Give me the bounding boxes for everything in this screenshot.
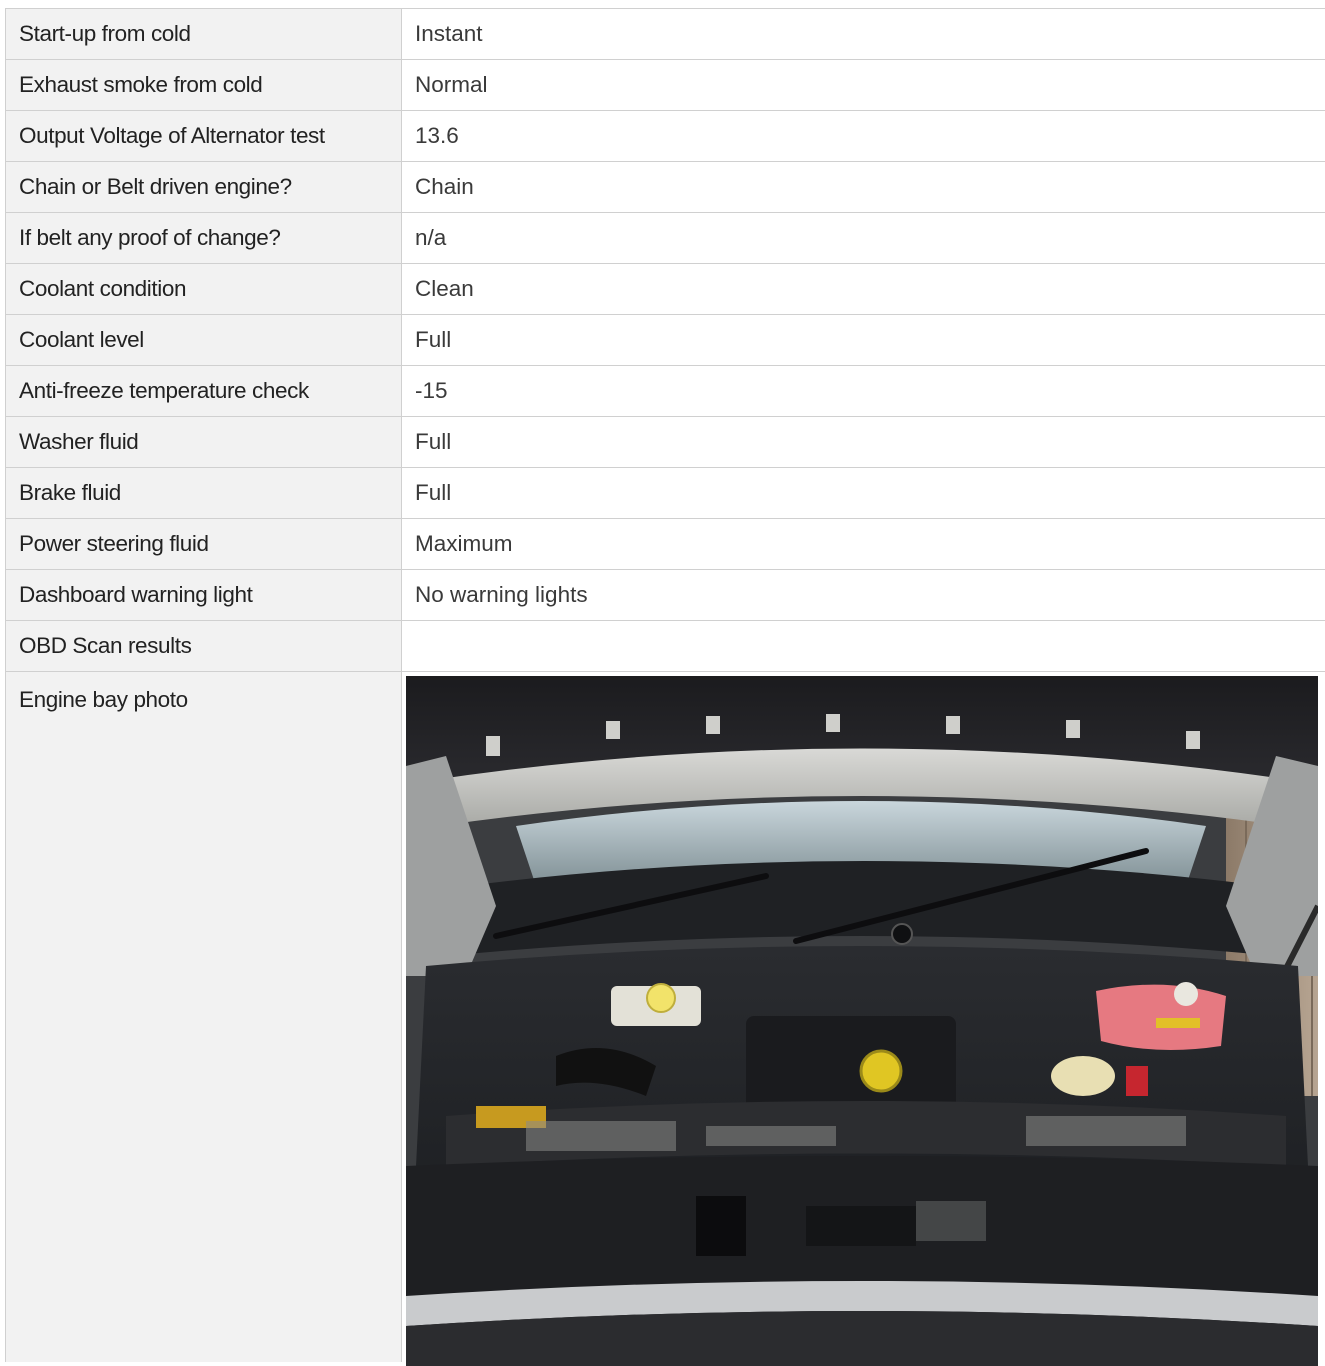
photo-row: Engine bay photo xyxy=(5,672,1325,1366)
row-label: Start-up from cold xyxy=(5,9,402,59)
inspection-table: Start-up from cold Instant Exhaust smoke… xyxy=(5,8,1325,1366)
row-value xyxy=(402,621,1325,671)
row-label: Coolant condition xyxy=(5,264,402,314)
row-value: n/a xyxy=(415,225,447,250)
table-row: If belt any proof of change? n/a xyxy=(5,213,1325,264)
row-label: Output Voltage of Alternator test xyxy=(5,111,402,161)
table-row: Anti-freeze temperature check -15 xyxy=(5,366,1325,417)
row-label: Brake fluid xyxy=(5,468,402,518)
row-value: 13.6 xyxy=(415,123,459,148)
row-label: If belt any proof of change? xyxy=(5,213,402,263)
row-label: Coolant level xyxy=(5,315,402,365)
table-row: Chain or Belt driven engine? Chain xyxy=(5,162,1325,213)
table-row: Start-up from cold Instant xyxy=(5,9,1325,60)
table-row: Washer fluid Full xyxy=(5,417,1325,468)
row-value: Normal xyxy=(415,72,488,97)
row-value: Full xyxy=(415,327,452,352)
row-value: Clean xyxy=(415,276,474,301)
table-row: OBD Scan results xyxy=(5,621,1325,672)
row-label: Exhaust smoke from cold xyxy=(5,60,402,110)
photo-cell xyxy=(402,672,1325,1366)
engine-bay-photo[interactable] xyxy=(406,676,1318,1366)
row-value: Full xyxy=(415,429,452,454)
table-row: Exhaust smoke from cold Normal xyxy=(5,60,1325,111)
row-label: OBD Scan results xyxy=(5,621,402,671)
table-row: Output Voltage of Alternator test 13.6 xyxy=(5,111,1325,162)
table-row: Brake fluid Full xyxy=(5,468,1325,519)
row-label: Anti-freeze temperature check xyxy=(5,366,402,416)
table-row: Power steering fluid Maximum xyxy=(5,519,1325,570)
row-value: Full xyxy=(415,480,452,505)
row-label: Power steering fluid xyxy=(5,519,402,569)
row-label: Dashboard warning light xyxy=(5,570,402,620)
table-row: Dashboard warning light No warning light… xyxy=(5,570,1325,621)
row-label: Engine bay photo xyxy=(5,672,402,1362)
row-value: Chain xyxy=(415,174,474,199)
row-label: Washer fluid xyxy=(5,417,402,467)
row-value: -15 xyxy=(415,378,448,403)
row-label: Chain or Belt driven engine? xyxy=(5,162,402,212)
table-row: Coolant condition Clean xyxy=(5,264,1325,315)
row-value: No warning lights xyxy=(415,582,588,607)
table-row: Coolant level Full xyxy=(5,315,1325,366)
row-value: Instant xyxy=(415,21,483,46)
row-value: Maximum xyxy=(415,531,513,556)
